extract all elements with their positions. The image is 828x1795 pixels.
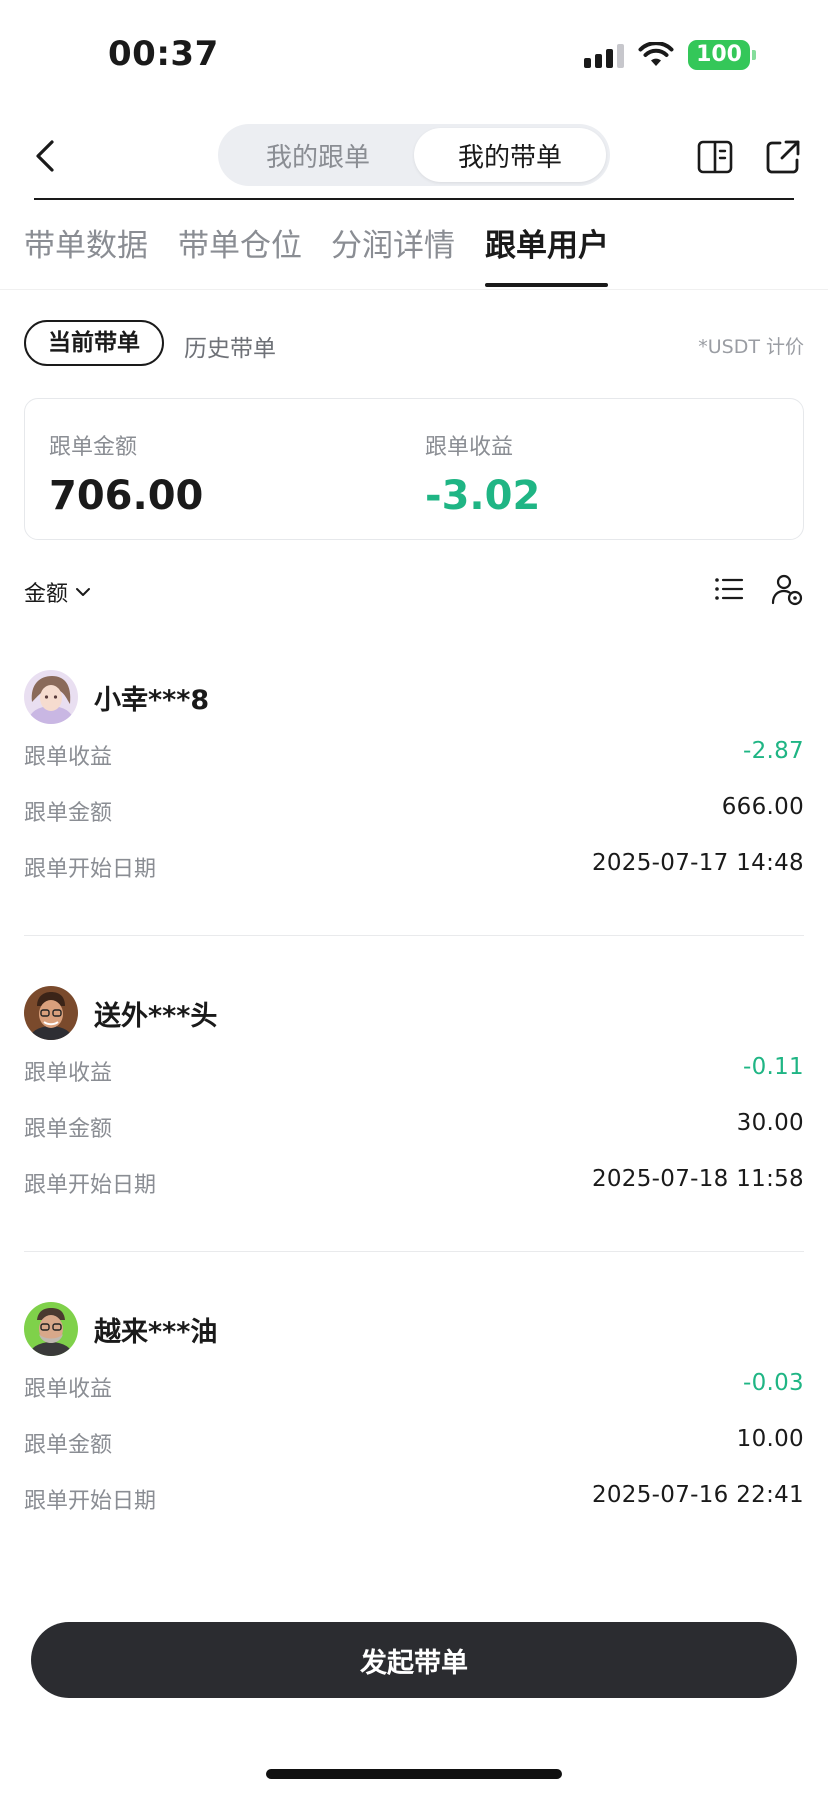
status-indicators: 100 (584, 40, 756, 70)
amount-value: 666.00 (721, 794, 804, 820)
start-date-value: 2025-07-16 22:41 (591, 1482, 804, 1508)
sort-label: 金额 (24, 582, 69, 607)
status-time: 00:37 (108, 34, 219, 74)
pnl-label: 跟单收益 (24, 1061, 113, 1086)
status-bar: 00:37 100 (0, 0, 828, 110)
nav-header: 我的跟单 我的带单 (0, 110, 828, 200)
list-view-icon[interactable] (712, 572, 746, 606)
start-date-label: 跟单开始日期 (24, 1173, 157, 1198)
amount-value: 30.00 (736, 1110, 804, 1136)
unit-note: *USDT 计价 (698, 336, 804, 358)
summary-amount: 跟单金额 706.00 (49, 429, 203, 519)
list-divider (24, 935, 804, 936)
summary-card: 跟单金额 706.00 跟单收益 -3.02 (24, 398, 804, 540)
follower-name: 小幸***8 (94, 684, 210, 716)
battery-indicator: 100 (688, 40, 756, 70)
summary-pnl: 跟单收益 -3.02 (425, 429, 540, 519)
sort-dropdown[interactable]: 金额 (24, 576, 92, 608)
amount-label: 跟单金额 (24, 1117, 113, 1142)
chevron-down-icon (76, 588, 91, 596)
amount-label: 跟单金额 (24, 1433, 113, 1458)
pnl-row: 跟单收益 -0.11 (24, 1041, 804, 1097)
tab-bar: 带单数据 带单仓位 分润详情 跟单用户 (0, 210, 828, 290)
start-date-value: 2025-07-17 14:48 (591, 850, 804, 876)
segment-my-lead[interactable]: 我的带单 (414, 128, 606, 182)
user-settings-icon[interactable] (770, 572, 804, 606)
tab-profit-share-details[interactable]: 分润详情 (331, 220, 455, 265)
wifi-icon (638, 42, 674, 66)
current-lead-pill[interactable]: 当前带单 (24, 320, 164, 366)
start-date-label: 跟单开始日期 (24, 857, 157, 882)
tab-lead-positions[interactable]: 带单仓位 (178, 220, 302, 265)
pnl-row: 跟单收益 -2.87 (24, 725, 804, 781)
amount-row: 跟单金额 10.00 (24, 1413, 804, 1469)
lead-filter-row: 当前带单 历史带单 *USDT 计价 (24, 320, 804, 366)
start-date-row: 跟单开始日期 2025-07-17 14:48 (24, 837, 804, 893)
follower-name: 送外***头 (94, 1000, 218, 1032)
summary-amount-value: 706.00 (49, 473, 204, 519)
pnl-label: 跟单收益 (24, 745, 113, 770)
start-date-row: 跟单开始日期 2025-07-16 22:41 (24, 1469, 804, 1525)
avatar (24, 670, 78, 724)
follower-name: 越来***油 (94, 1316, 218, 1348)
history-lead-tab[interactable]: 历史带单 (184, 329, 276, 363)
summary-pnl-value: -3.02 (425, 473, 541, 519)
follower-card[interactable]: 越来***油 跟单收益 -0.03 跟单金额 10.00 跟单开始日期 2025… (24, 1301, 804, 1525)
share-icon[interactable] (764, 138, 802, 176)
summary-pnl-label: 跟单收益 (425, 435, 514, 460)
follower-header: 送外***头 (24, 985, 804, 1041)
start-date-row: 跟单开始日期 2025-07-18 11:58 (24, 1153, 804, 1209)
amount-row: 跟单金额 30.00 (24, 1097, 804, 1153)
tab-follower-users[interactable]: 跟单用户 (485, 220, 609, 265)
pnl-row: 跟单收益 -0.03 (24, 1357, 804, 1413)
segment-my-follow[interactable]: 我的跟单 (222, 128, 414, 182)
active-tab-indicator (485, 283, 608, 287)
pnl-value: -0.11 (742, 1054, 804, 1080)
follower-header: 越来***油 (24, 1301, 804, 1357)
mode-segmented-control: 我的跟单 我的带单 (218, 124, 610, 186)
amount-row: 跟单金额 666.00 (24, 781, 804, 837)
avatar (24, 986, 78, 1040)
amount-value: 10.00 (736, 1426, 804, 1452)
pnl-label: 跟单收益 (24, 1377, 113, 1402)
sort-row: 金额 (24, 570, 804, 610)
follower-header: 小幸***8 (24, 669, 804, 725)
header-divider (34, 198, 794, 200)
tab-lead-data[interactable]: 带单数据 (24, 220, 148, 265)
pnl-value: -2.87 (742, 738, 804, 764)
start-date-label: 跟单开始日期 (24, 1489, 157, 1514)
cellular-signal-icon (584, 42, 625, 68)
home-indicator[interactable] (266, 1769, 562, 1779)
avatar (24, 1302, 78, 1356)
pnl-value: -0.03 (742, 1370, 804, 1396)
follower-card[interactable]: 送外***头 跟单收益 -0.11 跟单金额 30.00 跟单开始日期 2025… (24, 985, 804, 1209)
summary-amount-label: 跟单金额 (49, 435, 138, 460)
start-date-value: 2025-07-18 11:58 (591, 1166, 804, 1192)
book-guide-icon[interactable] (696, 138, 734, 176)
amount-label: 跟单金额 (24, 801, 113, 826)
start-lead-button[interactable]: 发起带单 (31, 1622, 797, 1698)
back-arrow-icon[interactable] (30, 138, 62, 174)
follower-card[interactable]: 小幸***8 跟单收益 -2.87 跟单金额 666.00 跟单开始日期 202… (24, 669, 804, 893)
list-divider (24, 1251, 804, 1252)
